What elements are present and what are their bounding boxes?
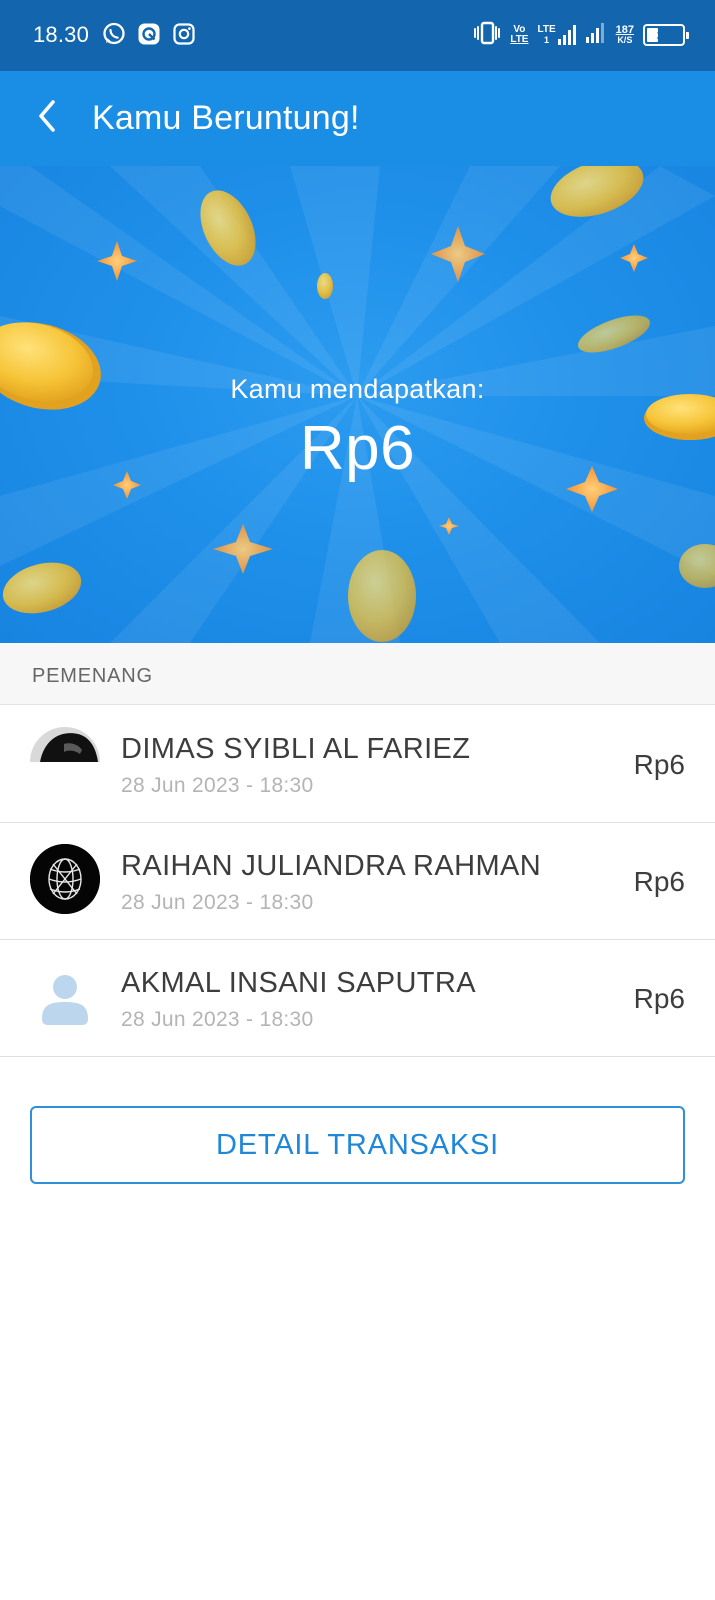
lte-label: LTE [537, 24, 556, 35]
volte-bottom-label: LTE [510, 34, 529, 45]
signal-icon [585, 22, 607, 48]
winner-row: RAIHAN JULIANDRA RAHMAN 28 Jun 2023 - 18… [0, 823, 715, 940]
battery-level: 31 [656, 28, 672, 43]
section-title: PEMENANG [32, 665, 153, 687]
sparkle-icon [620, 244, 648, 272]
winner-name: RAIHAN JULIANDRA RAHMAN [121, 850, 542, 882]
winner-row: AKMAL INSANI SAPUTRA 28 Jun 2023 - 18:30… [0, 940, 715, 1057]
photo-avatar [30, 722, 100, 762]
data-speed-value: 187 [615, 24, 634, 36]
winner-row: DIMAS SYIBLI AL FARIEZ 28 Jun 2023 - 18:… [0, 706, 715, 823]
globe-logo-avatar [30, 844, 100, 914]
volte-icon: Vo LTE [510, 25, 528, 45]
data-speed-unit: K/S [617, 35, 633, 45]
winner-time: 28 Jun 2023 - 18:30 [121, 774, 314, 797]
chevron-left-icon [37, 99, 57, 138]
winner-name: AKMAL INSANI SAPUTRA [121, 967, 477, 999]
data-speed-icon: 187 K/S [615, 24, 634, 46]
status-indicators: Vo LTE LTE 1 187 K/S 31 [473, 20, 689, 50]
reward-banner: Kamu mendapatkan: Rp6 [0, 166, 715, 643]
winners-section-header: PEMENANG [0, 643, 715, 705]
coin-icon [0, 322, 101, 410]
back-button[interactable] [20, 91, 74, 145]
coin-icon [317, 273, 333, 299]
winner-name: DIMAS SYIBLI AL FARIEZ [121, 733, 471, 765]
status-time: 18.30 [33, 22, 90, 47]
winner-time: 28 Jun 2023 - 18:30 [121, 891, 314, 914]
winner-amount: Rp6 [633, 866, 685, 897]
battery-tip [686, 32, 689, 39]
messenger-icon [137, 22, 161, 46]
whatsapp-icon [102, 22, 126, 46]
battery-icon: 31 [643, 24, 689, 46]
winner-time: 28 Jun 2023 - 18:30 [121, 1008, 314, 1031]
coin-icon [348, 550, 416, 642]
instagram-icon [172, 22, 196, 46]
app-bar: Kamu Beruntung! [0, 71, 715, 166]
lte-sub-label: 1 [544, 35, 550, 45]
reward-amount: Rp6 [299, 414, 416, 483]
coin-icon [2, 562, 82, 614]
status-bar: 18.30 Vo LTE LTE 1 187 K/S 31 [0, 0, 715, 71]
lte-signal-icon: LTE 1 [537, 24, 576, 45]
detail-transaction-button[interactable]: DETAIL TRANSAKSI [30, 1106, 685, 1184]
default-user-avatar [30, 961, 100, 1031]
reward-caption: Kamu mendapatkan: [230, 374, 485, 404]
winner-amount: Rp6 [633, 983, 685, 1014]
vibrate-icon [473, 21, 501, 50]
page-title: Kamu Beruntung! [92, 99, 360, 137]
winner-amount: Rp6 [633, 749, 685, 780]
